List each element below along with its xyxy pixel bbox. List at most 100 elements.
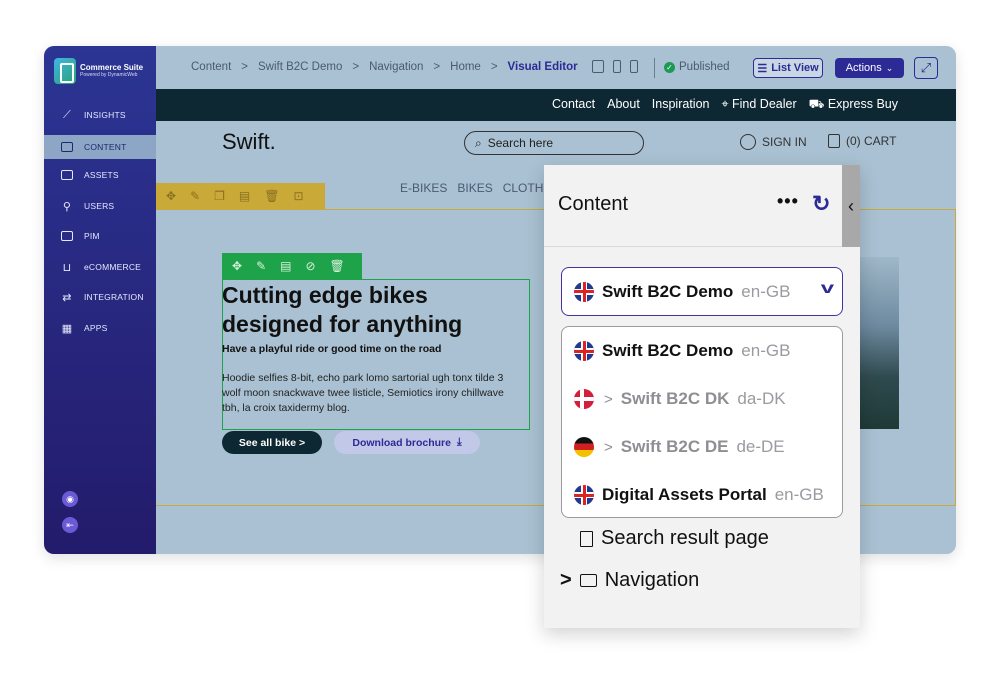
chevron-right-icon[interactable]: > — [560, 569, 572, 592]
edit-icon[interactable]: ✎ — [256, 259, 266, 273]
see-all-bikes-button[interactable]: See all bike > — [222, 431, 322, 454]
breadcrumb-separator: > — [433, 61, 441, 73]
hero-title[interactable]: Cutting edge bikes designed for anything — [222, 281, 522, 339]
top-link-contact[interactable]: Contact — [552, 97, 595, 113]
breadcrumb-separator: > — [241, 61, 248, 73]
refresh-icon[interactable]: ↻ — [812, 191, 830, 217]
website-option[interactable]: Digital Assets Portal en-GB — [574, 480, 824, 510]
option-lang: da-DK — [737, 389, 786, 408]
sidebar-item-label: USERS — [84, 201, 115, 211]
breadcrumb-item[interactable]: Content — [191, 61, 231, 73]
top-link-about[interactable]: About — [607, 97, 640, 113]
sidebar-item-pim[interactable]: PIM — [44, 224, 156, 248]
sidebar-item-users[interactable]: ⚲ USERS — [44, 194, 156, 218]
desktop-preview-icon[interactable] — [592, 60, 604, 73]
chevron-right-icon: > — [604, 438, 613, 456]
site-menu: E-BIKES BIKES CLOTHI — [400, 181, 547, 195]
tree-item-label: Search result page — [601, 527, 769, 549]
sidebar-item-label: APPS — [84, 323, 108, 333]
copy-icon[interactable]: ❐ — [214, 189, 225, 203]
mobile-preview-icon[interactable] — [630, 60, 638, 73]
site-logo[interactable]: Swift. — [222, 129, 276, 155]
find-dealer-label: Find Dealer — [732, 97, 797, 111]
uk-flag-icon — [574, 281, 594, 302]
collapse-panel-icon[interactable]: ‹ — [842, 165, 860, 247]
tree-item-navigation[interactable]: > Navigation — [560, 569, 699, 592]
row-toolbar: ✥ ✎ ❐ ▤ 🗑 ⊡ — [156, 183, 325, 209]
uk-flag-icon — [574, 341, 594, 361]
edit-icon[interactable]: ✎ — [190, 189, 200, 203]
bag-icon — [828, 134, 840, 148]
chart-icon: ⟋ — [63, 108, 71, 121]
link-icon[interactable]: ⊘ — [305, 259, 315, 273]
breadcrumb-item[interactable]: Navigation — [369, 61, 423, 73]
move-icon[interactable]: ✥ — [166, 189, 176, 203]
sidebar-item-apps[interactable]: ▦ APPS — [44, 316, 156, 340]
top-link-express-buy[interactable]: ⛟ Express Buy — [809, 97, 898, 113]
sidebar-item-label: INSIGHTS — [84, 110, 126, 120]
sidebar-item-ecommerce[interactable]: ⊔ eCOMMERCE — [44, 255, 156, 279]
website-option[interactable]: Swift B2C Demo en-GB — [574, 336, 790, 366]
hero-image — [855, 257, 899, 429]
sidebar: Commerce Suite Powered by DynamicWeb ⟋ I… — [44, 46, 156, 554]
search-placeholder: Search here — [487, 136, 554, 150]
topbar: Content > Swift B2C Demo > Navigation > … — [156, 46, 956, 89]
delete-icon[interactable]: 🗑 — [330, 259, 345, 273]
sidebar-item-integration[interactable]: ⇄ INTEGRATION — [44, 285, 156, 309]
brand[interactable]: Commerce Suite Powered by DynamicWeb — [54, 58, 143, 84]
list-icon: ☰ — [757, 62, 768, 75]
breadcrumb-item[interactable]: Swift B2C Demo — [258, 61, 342, 73]
top-link-find-dealer[interactable]: ⌖ Find Dealer — [721, 97, 796, 113]
option-name: Digital Assets Portal — [602, 485, 767, 504]
folder-icon — [579, 574, 597, 587]
sidebar-item-assets[interactable]: ASSETS — [44, 163, 156, 187]
site-header: Swift. ⌕ Search here SIGN IN (0) CART — [156, 121, 956, 166]
user-icon — [740, 134, 756, 150]
menu-item-bikes[interactable]: BIKES — [457, 181, 492, 195]
move-icon[interactable]: ✥ — [232, 259, 242, 273]
brand-logo — [54, 58, 76, 84]
menu-item-ebikes[interactable]: E-BIKES — [400, 181, 447, 195]
breadcrumb-item[interactable]: Home — [450, 61, 481, 73]
search-icon: ⌕ — [475, 135, 482, 150]
truck-icon: ⛟ — [808, 97, 828, 111]
cart-link[interactable]: (0) CART — [828, 134, 896, 148]
website-option[interactable]: > Swift B2C DK da-DK — [574, 384, 786, 414]
site-search-input[interactable]: ⌕ Search here — [464, 131, 644, 155]
download-brochure-button[interactable]: Download brochure ⤓ — [334, 431, 480, 454]
top-link-inspiration[interactable]: Inspiration — [652, 97, 710, 113]
grid-icon: ▦ — [61, 322, 73, 335]
arrows-icon: ⇄ — [62, 291, 72, 304]
sidebar-item-label: PIM — [84, 231, 100, 241]
chevron-right-icon: > — [604, 390, 613, 408]
brand-subtitle: Powered by DynamicWeb — [80, 72, 138, 78]
sidebar-item-label: eCOMMERCE — [84, 262, 142, 272]
breadcrumb-separator: > — [352, 61, 360, 73]
collapse-sidebar-icon[interactable]: ⇤ — [62, 517, 78, 533]
tree-item-search-result-page[interactable]: Search result page — [580, 527, 769, 550]
actions-button[interactable]: Actions ⌄ — [835, 58, 904, 78]
sidebar-item-insights[interactable]: ⟋ INSIGHTS — [44, 103, 156, 127]
settings-icon[interactable]: ▤ — [280, 259, 291, 273]
panel-header: Content ••• ↻ ‹ — [544, 165, 860, 247]
selected-website-name: Swift B2C Demo — [602, 281, 734, 301]
expand-icon[interactable]: ⤢ — [914, 57, 938, 79]
profile-icon[interactable]: ◉ — [62, 491, 78, 507]
sign-in-link[interactable]: SIGN IN — [740, 134, 807, 150]
option-lang: de-DE — [736, 437, 785, 456]
lock-icon[interactable]: ⊡ — [293, 189, 303, 203]
website-option[interactable]: > Swift B2C DE de-DE — [574, 432, 785, 462]
sidebar-item-content[interactable]: CONTENT — [44, 135, 156, 159]
status-badge: ✓ Published — [664, 61, 730, 73]
settings-icon[interactable]: ▤ — [239, 189, 250, 203]
status-text: Published — [679, 61, 730, 73]
list-view-button[interactable]: ☰ List View — [753, 58, 823, 78]
website-select[interactable]: Swift B2C Demo en-GB v — [561, 267, 843, 316]
more-options-icon[interactable]: ••• — [777, 191, 799, 212]
menu-item-clothing[interactable]: CLOTHI — [503, 181, 547, 195]
folder-icon — [60, 169, 74, 181]
tablet-preview-icon[interactable] — [613, 60, 621, 73]
delete-icon[interactable]: 🗑 — [264, 189, 279, 203]
list-view-label: List View — [771, 62, 819, 74]
sidebar-item-label: CONTENT — [84, 142, 127, 152]
